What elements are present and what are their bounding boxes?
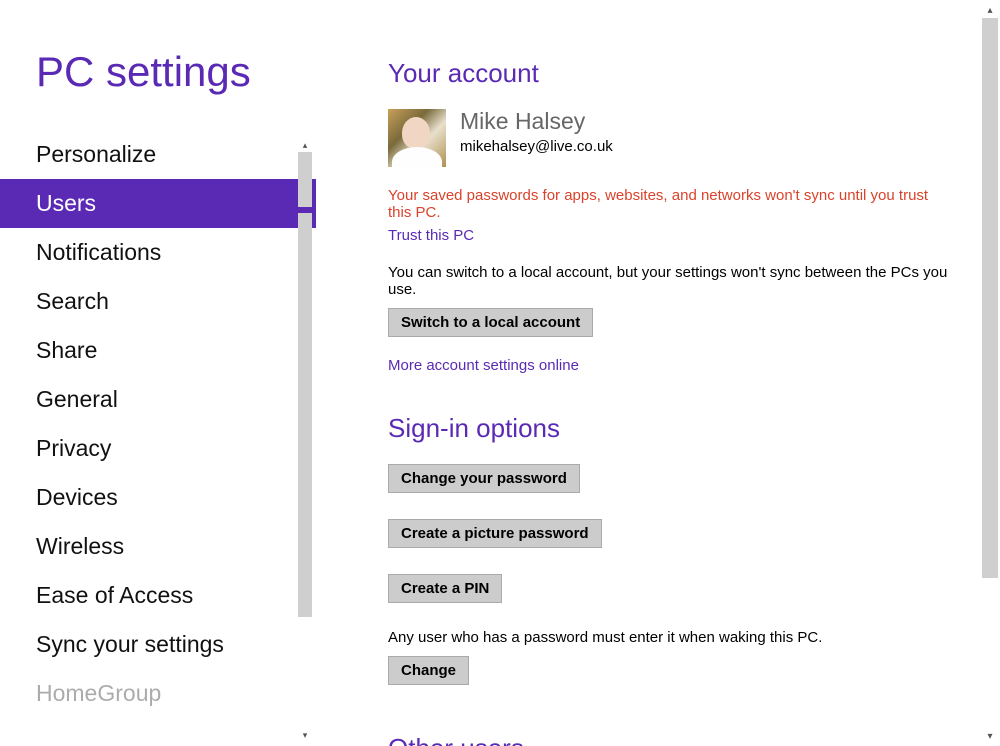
avatar: [388, 109, 446, 167]
your-account-title: Your account: [388, 58, 950, 89]
sidebar-item-personalize[interactable]: Personalize: [0, 130, 316, 179]
other-users-title: Other users: [388, 733, 950, 746]
sidebar-scrollbar-accent: [298, 207, 312, 213]
account-name: Mike Halsey: [460, 109, 613, 134]
sidebar-item-wireless[interactable]: Wireless: [0, 522, 316, 571]
chevron-down-icon[interactable]: ▾: [298, 728, 312, 742]
sidebar-item-devices[interactable]: Devices: [0, 473, 316, 522]
main-content: Your account Mike Halsey mikehalsey@live…: [316, 0, 1000, 746]
sidebar-item-privacy[interactable]: Privacy: [0, 424, 316, 473]
sidebar-item-share[interactable]: Share: [0, 326, 316, 375]
switch-info-text: You can switch to a local account, but y…: [388, 264, 950, 298]
create-picture-password-button[interactable]: Create a picture password: [388, 519, 602, 548]
chevron-up-icon[interactable]: ▴: [982, 2, 998, 18]
sidebar: PC settings Personalize Users Notificati…: [0, 0, 316, 746]
change-password-button[interactable]: Change your password: [388, 464, 580, 493]
more-account-settings-link[interactable]: More account settings online: [388, 357, 579, 374]
account-row: Mike Halsey mikehalsey@live.co.uk: [388, 109, 950, 167]
sidebar-scrollbar[interactable]: ▴ ▾: [298, 138, 312, 742]
sidebar-item-sync-your-settings[interactable]: Sync your settings: [0, 620, 316, 669]
section-sign-in-options: Sign-in options Change your password Cre…: [388, 413, 950, 705]
switch-local-account-button[interactable]: Switch to a local account: [388, 308, 593, 337]
create-pin-button[interactable]: Create a PIN: [388, 574, 502, 603]
change-wake-setting-button[interactable]: Change: [388, 656, 469, 685]
chevron-down-icon[interactable]: ▾: [982, 728, 998, 744]
main-scrollbar[interactable]: ▴ ▾: [982, 2, 998, 744]
sidebar-scrollbar-thumb[interactable]: [298, 152, 312, 617]
trust-this-pc-link[interactable]: Trust this PC: [388, 227, 474, 244]
chevron-up-icon[interactable]: ▴: [298, 138, 312, 152]
main-scrollbar-thumb[interactable]: [982, 18, 998, 578]
sidebar-item-ease-of-access[interactable]: Ease of Access: [0, 571, 316, 620]
sign-in-options-title: Sign-in options: [388, 413, 950, 444]
sidebar-item-users[interactable]: Users: [0, 179, 316, 228]
nav: Personalize Users Notifications Search S…: [0, 130, 316, 746]
section-your-account: Your account Mike Halsey mikehalsey@live…: [388, 58, 950, 375]
sidebar-item-general[interactable]: General: [0, 375, 316, 424]
sidebar-item-search[interactable]: Search: [0, 277, 316, 326]
wake-info-text: Any user who has a password must enter i…: [388, 629, 950, 646]
section-other-users: Other users: [388, 733, 950, 746]
trust-warning: Your saved passwords for apps, websites,…: [388, 187, 950, 221]
account-email: mikehalsey@live.co.uk: [460, 138, 613, 155]
app-title: PC settings: [0, 0, 316, 130]
sidebar-item-homegroup[interactable]: HomeGroup: [0, 669, 316, 718]
sidebar-item-notifications[interactable]: Notifications: [0, 228, 316, 277]
